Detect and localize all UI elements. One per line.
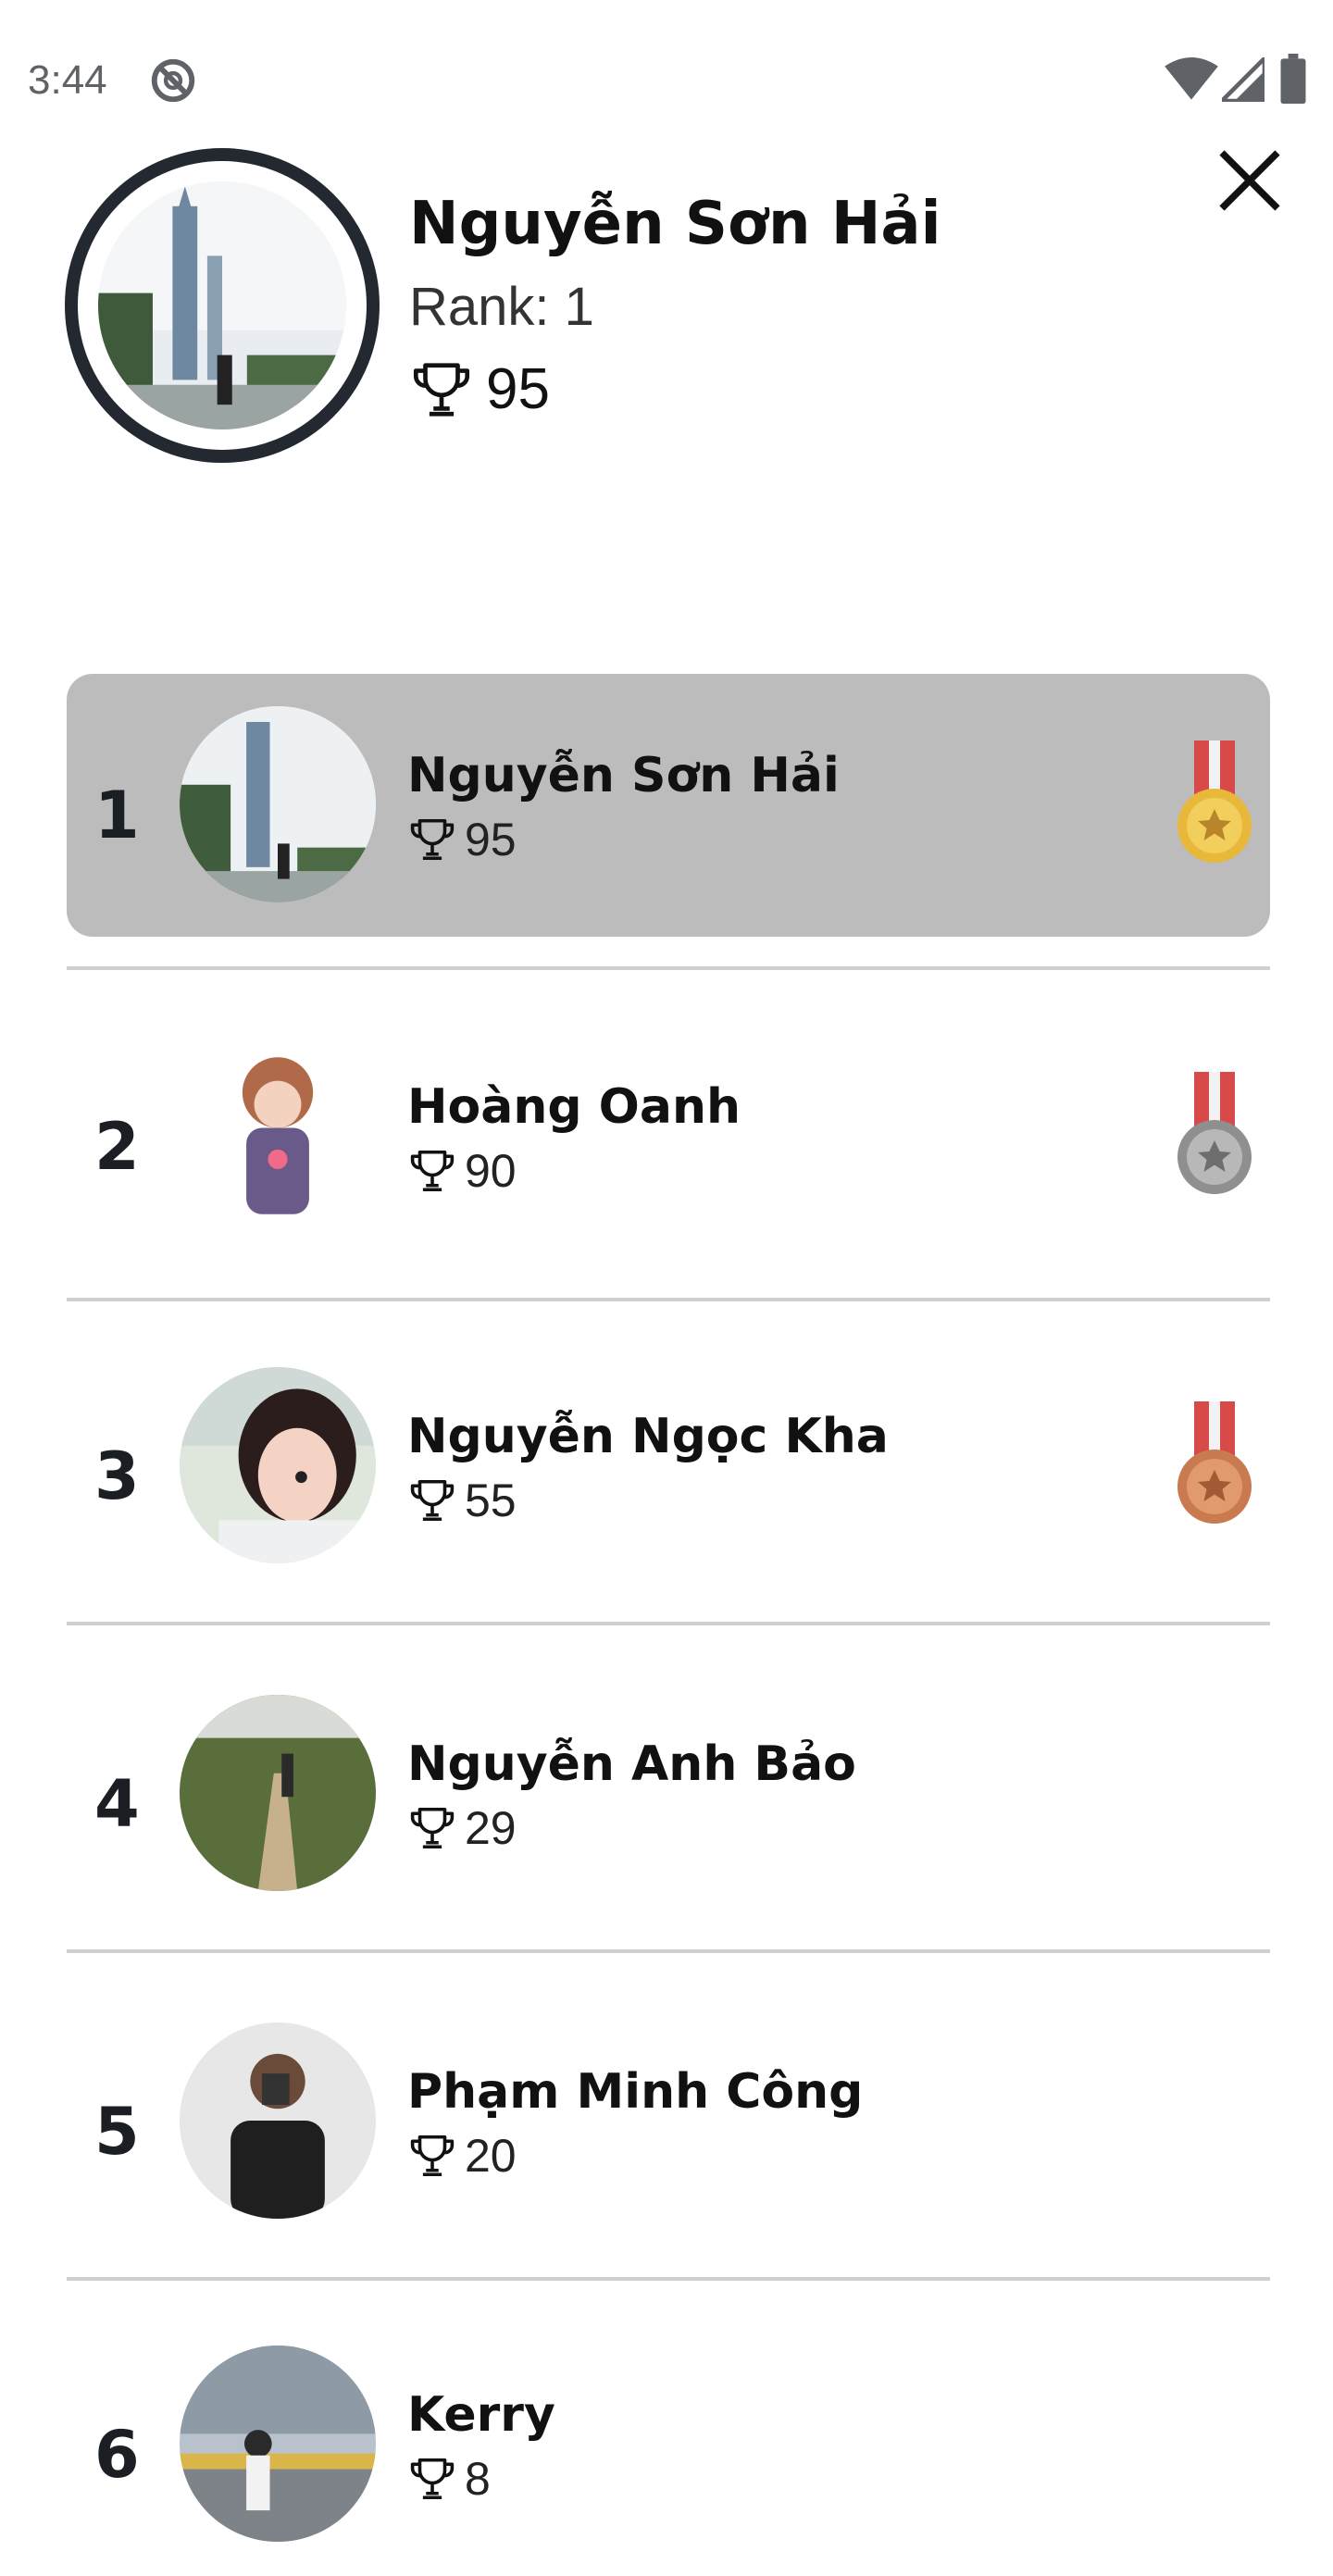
leaderboard-row-1[interactable]: 1 Nguyễn Sơn Hải 95 bbox=[67, 674, 1270, 937]
row-name: Nguyễn Anh Bảo bbox=[407, 1736, 856, 1792]
row-name: Nguyễn Ngọc Kha bbox=[407, 1409, 889, 1464]
row-rank: 2 bbox=[94, 1109, 140, 1185]
trophy-icon bbox=[410, 1150, 455, 1192]
row-name: Nguyễn Sơn Hải bbox=[407, 748, 840, 803]
row-score: 95 bbox=[465, 814, 517, 865]
profile-avatar bbox=[65, 148, 380, 463]
close-icon[interactable] bbox=[1213, 143, 1287, 218]
row-rank: 6 bbox=[94, 2417, 140, 2493]
profile-score: 95 bbox=[486, 357, 550, 421]
profile-photo bbox=[98, 181, 346, 429]
trophy-icon bbox=[410, 818, 455, 861]
leaderboard-row-6[interactable]: 6 Kerry 8 bbox=[67, 2313, 1270, 2576]
trophy-icon bbox=[410, 1807, 455, 1849]
divider bbox=[67, 966, 1270, 970]
row-name: Hoàng Oanh bbox=[407, 1079, 741, 1135]
gold-medal-icon bbox=[1177, 740, 1252, 863]
battery-icon bbox=[1280, 54, 1306, 104]
trophy-icon bbox=[413, 363, 470, 417]
avatar bbox=[180, 2346, 376, 2542]
avatar bbox=[180, 1367, 376, 1563]
trophy-icon bbox=[410, 2458, 455, 2500]
divider bbox=[67, 1949, 1270, 1953]
row-score: 55 bbox=[465, 1475, 517, 1526]
profile-name: Nguyễn Sơn Hải bbox=[409, 190, 941, 258]
silver-medal-icon bbox=[1177, 1072, 1252, 1194]
leaderboard-row-4[interactable]: 4 Nguyễn Anh Bảo 29 bbox=[67, 1662, 1270, 1925]
leaderboard-row-2[interactable]: 2 Hoàng Oanh 90 bbox=[67, 1005, 1270, 1268]
trophy-icon bbox=[410, 1479, 455, 1522]
row-rank: 5 bbox=[94, 2094, 140, 2170]
row-score: 8 bbox=[465, 2453, 491, 2505]
signal-icon bbox=[1222, 57, 1264, 102]
row-score: 29 bbox=[465, 1802, 517, 1854]
avatar bbox=[180, 1038, 376, 1234]
row-name: Phạm Minh Công bbox=[407, 2064, 864, 2120]
row-score: 90 bbox=[465, 1145, 517, 1197]
row-name: Kerry bbox=[407, 2387, 555, 2443]
profile-rank: Rank: 1 bbox=[409, 277, 594, 337]
bronze-medal-icon bbox=[1177, 1401, 1252, 1524]
divider bbox=[67, 1622, 1270, 1625]
divider bbox=[67, 1298, 1270, 1301]
divider bbox=[67, 2277, 1270, 2281]
leaderboard-row-5[interactable]: 5 Phạm Minh Công 20 bbox=[67, 1990, 1270, 2253]
trophy-icon bbox=[410, 2134, 455, 2177]
row-rank: 1 bbox=[94, 778, 140, 853]
avatar bbox=[180, 1695, 376, 1891]
avatar bbox=[180, 2022, 376, 2219]
row-score: 20 bbox=[465, 2130, 517, 2182]
wifi-icon bbox=[1165, 57, 1218, 100]
row-rank: 3 bbox=[94, 1438, 140, 1514]
leaderboard-row-3[interactable]: 3 Nguyễn Ngọc Kha 55 bbox=[67, 1335, 1270, 1598]
avatar bbox=[180, 706, 376, 902]
row-rank: 4 bbox=[94, 1766, 140, 1842]
status-time: 3:44 bbox=[28, 57, 107, 103]
do-not-disturb-icon bbox=[151, 58, 195, 103]
